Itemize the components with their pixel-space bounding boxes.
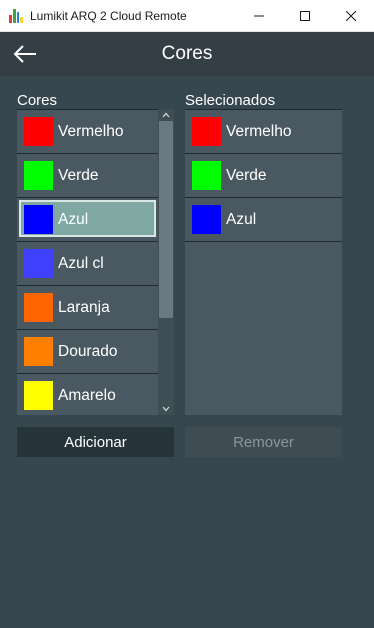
list-item[interactable]: Azul cl <box>17 241 158 285</box>
add-button[interactable]: Adicionar <box>17 427 174 457</box>
close-icon <box>346 10 356 21</box>
color-name: Azul <box>58 210 89 228</box>
color-swatch <box>24 337 53 366</box>
scroll-thumb[interactable] <box>159 121 173 318</box>
list-item[interactable]: Azul <box>185 197 342 241</box>
minimize-button[interactable] <box>236 0 282 32</box>
back-button[interactable] <box>8 38 42 70</box>
app-header: Cores <box>0 32 374 76</box>
chevron-down-icon <box>162 406 170 412</box>
list-item-selected[interactable]: Azul <box>17 197 158 241</box>
selected-colors-list[interactable]: Vermelho Verde Azul <box>185 109 342 415</box>
color-swatch <box>24 161 53 190</box>
color-swatch <box>24 117 53 146</box>
color-swatch <box>192 117 221 146</box>
color-swatch <box>192 205 221 234</box>
window-titlebar: Lumikit ARQ 2 Cloud Remote <box>0 0 374 32</box>
color-swatch <box>24 381 53 410</box>
color-name: Verde <box>226 166 267 184</box>
window-title: Lumikit ARQ 2 Cloud Remote <box>30 8 187 23</box>
color-name: Verde <box>58 166 99 184</box>
list-item[interactable]: Dourado <box>17 329 158 373</box>
available-list-scrollbar[interactable] <box>158 109 174 415</box>
color-name: Amarelo <box>58 386 116 404</box>
scroll-up-button[interactable] <box>158 109 174 121</box>
color-name: Azul cl <box>58 254 104 272</box>
maximize-icon <box>300 10 310 21</box>
maximize-button[interactable] <box>282 0 328 32</box>
list-item[interactable]: Laranja <box>17 285 158 329</box>
app-logo-icon <box>9 8 23 23</box>
available-colors-label: Cores <box>17 92 58 109</box>
list-item[interactable]: Verde <box>185 153 342 197</box>
color-swatch <box>24 293 53 322</box>
list-item[interactable]: Verde <box>17 153 158 197</box>
color-name: Vermelho <box>58 122 124 140</box>
list-item[interactable]: Amarelo <box>17 373 158 415</box>
color-name: Azul <box>226 210 257 228</box>
scroll-down-button[interactable] <box>158 403 174 415</box>
chevron-up-icon <box>162 112 170 118</box>
list-divider <box>185 241 342 242</box>
color-name: Dourado <box>58 342 118 360</box>
color-swatch <box>192 161 221 190</box>
remove-button[interactable]: Remover <box>185 427 342 457</box>
close-button[interactable] <box>328 0 374 32</box>
color-swatch <box>24 205 53 234</box>
available-colors-list[interactable]: Vermelho Verde Azul Azul cl Laranja Dour… <box>17 109 158 415</box>
list-item[interactable]: Vermelho <box>185 109 342 153</box>
page-title: Cores <box>161 43 213 64</box>
color-swatch <box>24 249 53 278</box>
list-item[interactable]: Vermelho <box>17 109 158 153</box>
selected-colors-label: Selecionados <box>185 92 276 109</box>
minimize-icon <box>254 15 264 16</box>
color-name: Laranja <box>58 298 110 316</box>
arrow-left-icon <box>13 45 36 63</box>
color-name: Vermelho <box>226 122 292 140</box>
